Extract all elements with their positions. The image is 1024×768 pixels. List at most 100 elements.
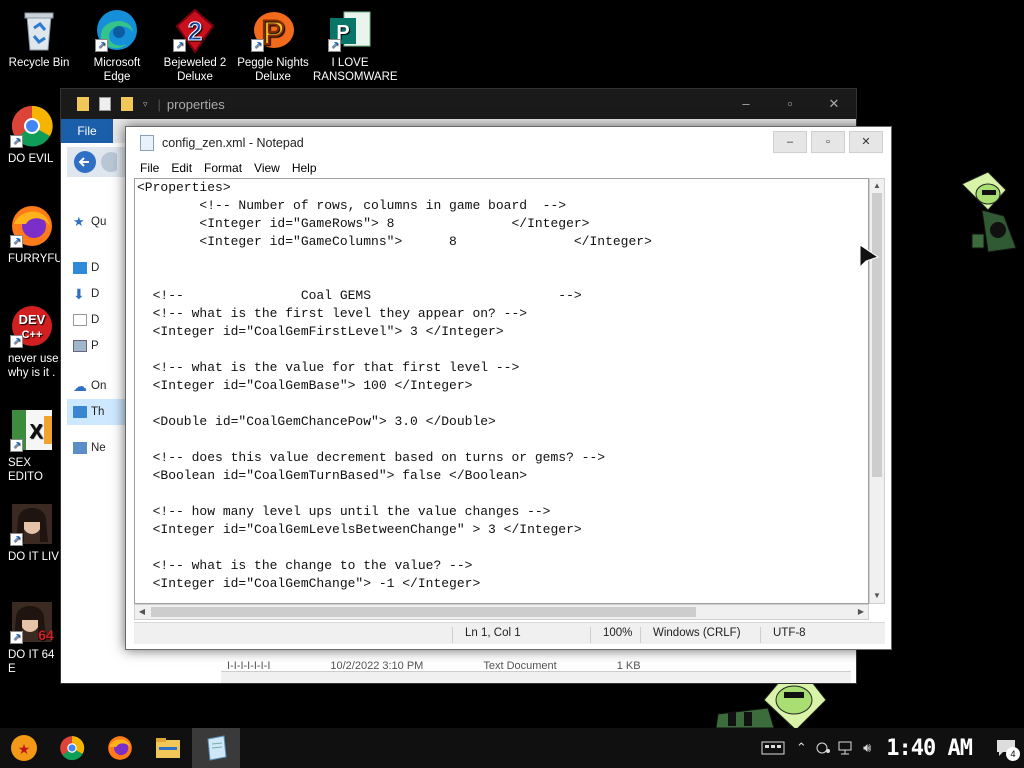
network-icon[interactable]	[834, 728, 856, 768]
system-tray: ⌃ 🔊︎ 1:40 AM 4	[756, 728, 1024, 768]
explorer-horizontal-scrollbar[interactable]	[221, 671, 851, 683]
zoom-level: 100%	[590, 627, 632, 643]
nav-downloads[interactable]: ⬇ D	[67, 281, 127, 307]
chrome-icon	[60, 736, 85, 761]
encoding: UTF-8	[760, 627, 806, 643]
download-icon: ⬇	[73, 286, 85, 302]
nav-this-pc[interactable]: Th	[67, 399, 127, 425]
desktop: Recycle Bin ↗ Microsoft Edge 2 ↗ Bejewel…	[0, 0, 1024, 731]
nav-quick-access[interactable]: ★ Qu	[67, 209, 127, 235]
notepad-minimize-button[interactable]: –	[773, 131, 807, 153]
back-forward-icon[interactable]	[67, 147, 121, 177]
notepad-titlebar[interactable]: config_zen.xml - Notepad – ▫ ✕	[126, 127, 891, 158]
notification-center-button[interactable]: 4	[988, 728, 1024, 768]
keyboard-input-icon[interactable]	[756, 728, 790, 768]
line-ending: Windows (CRLF)	[640, 627, 741, 643]
scroll-down-arrow-icon[interactable]: ▼	[870, 589, 884, 603]
taskbar-clock[interactable]: 1:40 AM	[886, 736, 973, 761]
firefox-icon	[108, 736, 132, 760]
notepad-content[interactable]: <Properties> <!-- Number of rows, column…	[135, 179, 868, 593]
svg-text:★: ★	[18, 741, 31, 757]
shortcut-arrow-icon: ↗	[10, 235, 23, 248]
notepad-menubar: File Edit Format View Help	[126, 158, 891, 178]
menu-help[interactable]: Help	[286, 158, 323, 178]
dragonball-icon: ★	[11, 735, 37, 761]
nav-documents[interactable]: D	[67, 307, 127, 333]
desktop-icon-edge[interactable]: ↗ Microsoft Edge	[80, 8, 154, 84]
explorer-titlebar[interactable]: ▿ | properties – ▫ ✕	[61, 89, 856, 119]
nav-pictures[interactable]: P	[67, 333, 127, 359]
explorer-address-bar	[67, 147, 127, 177]
desktop-icon-devcpp[interactable]: DEV C++ ↗ never use why is it .	[0, 304, 64, 380]
explorer-close-button[interactable]: ✕	[812, 89, 856, 119]
taskbar-firefox[interactable]	[96, 728, 144, 768]
nav-onedrive[interactable]: ☁ On	[67, 373, 127, 399]
taskbar-chrome[interactable]	[48, 728, 96, 768]
notepad-close-button[interactable]: ✕	[849, 131, 883, 153]
hxd-icon: X ↗	[10, 408, 54, 452]
properties-icon[interactable]	[99, 97, 111, 111]
notepad-text-area[interactable]: <Properties> <!-- Number of rows, column…	[134, 178, 869, 604]
meet-now-icon[interactable]	[812, 728, 834, 768]
desktop-folder-icon	[73, 262, 87, 274]
explorer-minimize-button[interactable]: –	[724, 89, 768, 119]
document-icon	[73, 314, 87, 326]
desktop-icon-bejeweled[interactable]: 2 ↗ Bejeweled 2 Deluxe	[158, 8, 232, 84]
ribbon-file-tab[interactable]: File	[61, 119, 113, 143]
file-explorer-icon	[156, 738, 180, 758]
taskbar-notepad[interactable]	[192, 728, 240, 768]
folder-icon	[77, 97, 89, 111]
shortcut-arrow-icon: ↗	[10, 335, 23, 348]
desktop-icon-publisher[interactable]: P ↗ I LOVE RANSOMWARE	[313, 8, 398, 84]
explorer-title: properties	[166, 96, 225, 112]
horizontal-scrollbar[interactable]: ◀ ▶	[134, 604, 869, 620]
notepad-icon	[140, 134, 154, 151]
taskbar-dragonball[interactable]: ★	[0, 728, 48, 768]
chevron-up-icon[interactable]: ⌃	[790, 728, 812, 768]
horizontal-scroll-thumb[interactable]	[151, 607, 696, 617]
desktop-icon-hxd[interactable]: X ↗ SEX EDITO	[0, 408, 64, 484]
desktop-icon-peggle[interactable]: P ↗ Peggle Nights Deluxe	[236, 8, 310, 84]
nav-network[interactable]: Ne	[67, 435, 127, 461]
scroll-right-arrow-icon[interactable]: ▶	[854, 605, 868, 619]
desktop-icon-chrome[interactable]: ↗ DO EVIL	[0, 104, 64, 166]
bejeweled-icon: 2 ↗	[173, 8, 217, 54]
desktop-icon-recycle-bin[interactable]: Recycle Bin	[2, 8, 76, 70]
notepad-window[interactable]: config_zen.xml - Notepad – ▫ ✕ File Edit…	[125, 126, 892, 650]
separator: |	[157, 96, 161, 112]
svg-text:2: 2	[188, 16, 202, 46]
scroll-up-arrow-icon[interactable]: ▲	[870, 179, 884, 193]
portrait64-icon: 64 ↗	[10, 600, 54, 644]
notification-count-badge: 4	[1006, 747, 1020, 761]
quick-access-dropdown-icon[interactable]: ▿	[143, 99, 148, 110]
menu-file[interactable]: File	[134, 158, 165, 178]
new-folder-icon[interactable]	[121, 97, 133, 111]
shortcut-arrow-icon: ↗	[251, 39, 264, 52]
svg-text:P: P	[262, 14, 285, 52]
shortcut-arrow-icon: ↗	[10, 135, 23, 148]
shortcut-arrow-icon: ↗	[173, 39, 186, 52]
desktop-icon-portrait-64[interactable]: 64 ↗ DO IT 64 E	[0, 600, 64, 676]
menu-format[interactable]: Format	[198, 158, 248, 178]
notepad-maximize-button[interactable]: ▫	[811, 131, 845, 153]
desktop-icon-firefox[interactable]: ↗ FURRYFUC	[0, 204, 71, 266]
shortcut-arrow-icon: ↗	[10, 439, 23, 452]
vertical-scroll-thumb[interactable]	[872, 193, 882, 477]
scroll-left-arrow-icon[interactable]: ◀	[135, 605, 149, 619]
taskbar-file-explorer[interactable]	[144, 728, 192, 768]
explorer-maximize-button[interactable]: ▫	[768, 89, 812, 119]
desktop-icon-portrait[interactable]: ↗ DO IT LIV	[0, 502, 64, 564]
menu-view[interactable]: View	[248, 158, 286, 178]
firefox-icon: ↗	[10, 204, 54, 248]
vertical-scrollbar[interactable]: ▲ ▼	[869, 178, 885, 604]
notepad-statusbar: Ln 1, Col 1 100% Windows (CRLF) UTF-8	[134, 622, 885, 644]
nav-desktop[interactable]: D	[67, 255, 127, 281]
svg-text:X: X	[29, 421, 43, 443]
publisher-icon: P ↗	[328, 8, 372, 52]
portrait-icon: ↗	[10, 502, 54, 546]
volume-icon[interactable]: 🔊︎	[856, 728, 878, 768]
menu-edit[interactable]: Edit	[165, 158, 198, 178]
recycle-bin-icon	[17, 8, 61, 52]
cursor-position: Ln 1, Col 1	[452, 627, 521, 643]
peggle-icon: P ↗	[251, 8, 295, 53]
